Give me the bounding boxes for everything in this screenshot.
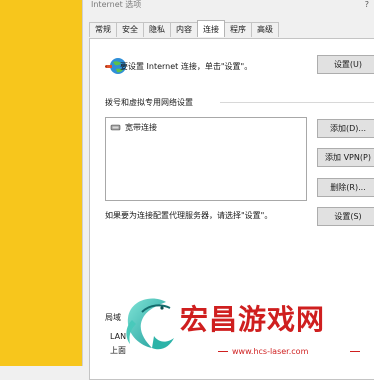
dialup-section-label: 拨号和虚拟专用网络设置 — [105, 98, 193, 107]
watermark-url: www.hcs-laser.com — [232, 347, 309, 356]
remove-button[interactable]: 删除(R)... — [317, 178, 374, 197]
setup-instruction-text: 要设置 Internet 连接，单击"设置"。 — [120, 62, 253, 71]
list-item-label: 宽带连接 — [125, 123, 157, 132]
tab-strip: 常规 安全 隐私 内容 连接 程序 高级 — [89, 20, 279, 38]
proxy-instruction-text: 如果要为连接配置代理服务器，请选择"设置"。 — [105, 211, 273, 220]
add-button[interactable]: 添加(D)... — [317, 119, 374, 138]
section-divider — [220, 102, 374, 103]
connections-list[interactable]: 宽带连接 — [105, 117, 307, 201]
tab-security[interactable]: 安全 — [116, 22, 144, 37]
tab-advanced[interactable]: 高级 — [251, 22, 279, 37]
tab-privacy[interactable]: 隐私 — [143, 22, 171, 37]
tab-content[interactable]: 内容 — [170, 22, 198, 37]
dragon-logo-icon — [126, 298, 174, 350]
tab-general[interactable]: 常规 — [89, 22, 117, 37]
watermark-dash-right — [350, 351, 360, 352]
watermark-dash-left — [218, 351, 228, 352]
add-vpn-button[interactable]: 添加 VPN(P) — [317, 148, 374, 167]
setup-button[interactable]: 设置(U) — [317, 55, 374, 74]
window-title: Internet 选项 — [91, 0, 142, 9]
broadband-connection-icon — [110, 124, 121, 131]
help-icon[interactable]: ? — [365, 0, 369, 9]
tab-programs[interactable]: 程序 — [224, 22, 252, 37]
background-yellow-panel — [0, 0, 82, 366]
proxy-settings-button[interactable]: 设置(S) — [317, 207, 374, 226]
watermark-title: 宏昌游戏网 — [180, 303, 326, 336]
list-item[interactable]: 宽带连接 — [110, 122, 157, 133]
watermark-overlay: 宏昌游戏网 www.hcs-laser.com — [122, 290, 374, 366]
lan-section-label: 局域 — [105, 313, 121, 322]
tab-connections[interactable]: 连接 — [197, 20, 225, 37]
